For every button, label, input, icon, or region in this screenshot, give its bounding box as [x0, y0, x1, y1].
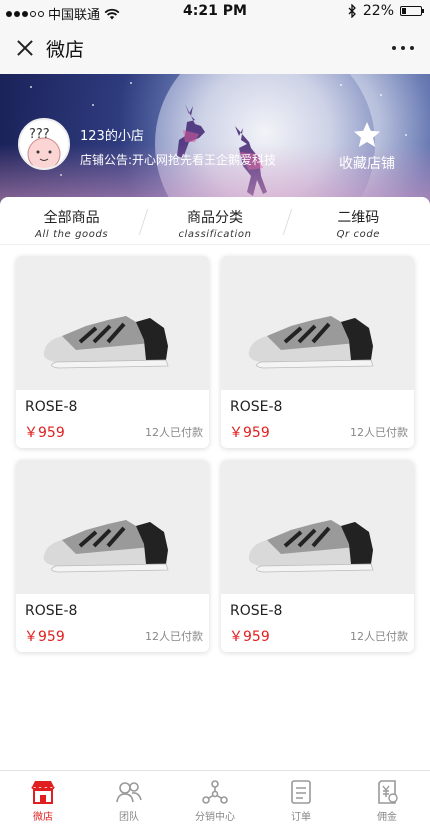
tab-label: 二维码: [337, 210, 380, 226]
tabbar-item-team[interactable]: 团队: [86, 771, 172, 827]
nav-bar: 微店: [0, 22, 430, 74]
battery-level: [402, 8, 406, 14]
bluetooth-icon: [348, 4, 356, 18]
team-icon: [116, 782, 142, 803]
favorite-label: 收藏店铺: [339, 156, 395, 172]
product-image[interactable]: [221, 256, 414, 390]
sneaker-image-icon: [43, 520, 169, 573]
order-icon: [291, 780, 311, 804]
product-image[interactable]: [16, 460, 209, 594]
battery-icon: [400, 6, 424, 16]
distribution-icon: [202, 780, 228, 804]
avatar-text: ???: [29, 127, 50, 142]
tab-qr-code[interactable]: 二维码 Qr code: [287, 197, 430, 244]
tabbar-label: 佣金: [377, 812, 397, 823]
status-right: 22%: [348, 3, 424, 19]
bottom-tab-bar: 微店 团队 分销中心 订单 佣金: [0, 770, 430, 827]
product-card[interactable]: ROSE-8 ￥959 12人已付款: [16, 256, 209, 448]
shop-name: 123的小店: [80, 129, 144, 144]
product-name: ROSE-8: [25, 399, 78, 415]
tabbar-label: 订单: [291, 812, 311, 823]
product-name: ROSE-8: [230, 603, 283, 619]
product-price: ￥959: [229, 629, 270, 645]
sneaker-image-icon: [248, 316, 374, 369]
sneaker-image-icon: [43, 316, 169, 369]
product-card[interactable]: ROSE-8 ￥959 12人已付款: [16, 460, 209, 652]
shop-avatar[interactable]: ???: [18, 118, 70, 170]
tabbar-label: 微店: [33, 812, 53, 823]
product-sold-count: 12人已付款: [145, 426, 203, 439]
close-icon[interactable]: [14, 37, 36, 59]
product-card[interactable]: ROSE-8 ￥959 12人已付款: [221, 256, 414, 448]
shop-banner: ??? 123的小店 店铺公告:开心网抢先看王企鹅爱科技 收藏店铺: [0, 74, 430, 204]
product-sold-count: 12人已付款: [350, 630, 408, 643]
tab-sublabel: All the goods: [35, 229, 109, 240]
star-icon: [354, 122, 380, 147]
status-bar: 中国联通 4:21 PM 22%: [0, 0, 430, 23]
tabbar-item-distribution[interactable]: 分销中心: [172, 771, 258, 827]
avatar-face-icon: ???: [27, 127, 61, 168]
product-image[interactable]: [221, 460, 414, 594]
tab-label: 商品分类: [186, 210, 243, 226]
tabbar-item-shop[interactable]: 微店: [0, 771, 86, 827]
tab-sublabel: Qr code: [336, 229, 381, 240]
tab-label: 全部商品: [43, 210, 100, 226]
category-tabs: 全部商品 All the goods 商品分类 classification 二…: [0, 197, 430, 245]
product-price: ￥959: [229, 425, 270, 441]
favorite-shop-button[interactable]: 收藏店铺: [320, 120, 414, 173]
shop-icon: [31, 781, 55, 804]
tabbar-label: 分销中心: [195, 812, 235, 823]
tabbar-item-commission[interactable]: 佣金: [344, 771, 430, 827]
shop-notice: 店铺公告:开心网抢先看王企鹅爱科技: [80, 153, 277, 167]
tab-sublabel: classification: [178, 229, 252, 240]
commission-icon: [378, 780, 398, 804]
product-sold-count: 12人已付款: [350, 426, 408, 439]
product-sold-count: 12人已付款: [145, 630, 203, 643]
tabbar-item-order[interactable]: 订单: [258, 771, 344, 827]
product-price: ￥959: [24, 629, 65, 645]
product-price: ￥959: [24, 425, 65, 441]
tab-classification[interactable]: 商品分类 classification: [143, 197, 286, 244]
product-name: ROSE-8: [230, 399, 283, 415]
tab-all-goods[interactable]: 全部商品 All the goods: [0, 197, 143, 244]
product-card[interactable]: ROSE-8 ￥959 12人已付款: [221, 460, 414, 652]
product-name: ROSE-8: [25, 603, 78, 619]
more-icon[interactable]: [392, 46, 414, 50]
tabbar-label: 团队: [119, 812, 139, 823]
page-title: 微店: [46, 38, 85, 61]
battery-percent: 22%: [362, 3, 394, 19]
sneaker-image-icon: [248, 520, 374, 573]
product-image[interactable]: [16, 256, 209, 390]
